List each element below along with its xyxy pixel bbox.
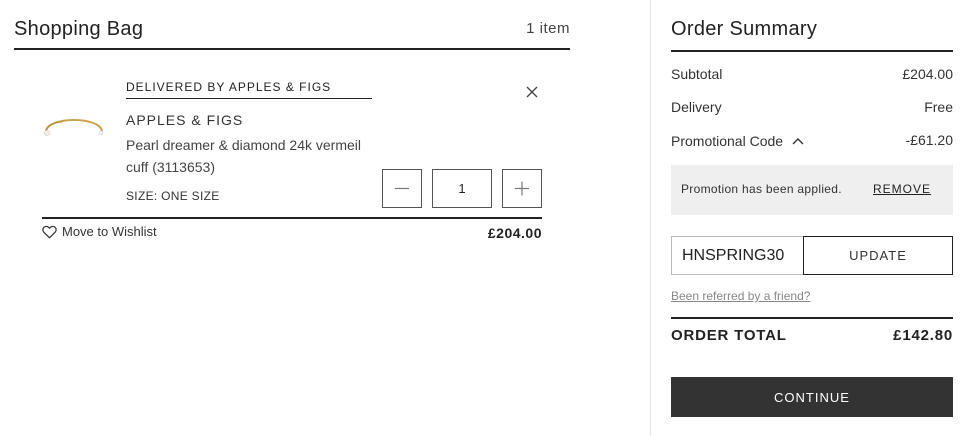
order-summary-title: Order Summary <box>671 18 818 40</box>
wishlist-label: Move to Wishlist <box>62 224 157 239</box>
subtotal-label: Subtotal <box>671 66 723 82</box>
minus-icon <box>395 187 409 190</box>
heart-icon <box>42 225 57 239</box>
promo-code-label: Promotional Code <box>671 133 784 149</box>
quantity-decrease-button[interactable] <box>382 169 422 208</box>
item-divider <box>42 217 542 219</box>
product-name[interactable]: Pearl dreamer & diamond 24k vermeil cuff… <box>126 134 376 178</box>
order-total-label: ORDER TOTAL <box>671 327 787 344</box>
update-promo-button[interactable]: UPDATE <box>803 236 953 275</box>
promo-applied-message: Promotion has been applied. <box>681 182 842 196</box>
product-brand[interactable]: APPLES & FIGS <box>126 112 243 128</box>
move-to-wishlist-link[interactable]: Move to Wishlist <box>42 224 157 239</box>
product-image[interactable] <box>36 100 112 158</box>
promo-discount-value: -£61.20 <box>905 132 953 148</box>
promo-code-toggle[interactable]: Promotional Code <box>671 133 805 149</box>
shopping-bag-header: Shopping Bag 1 item <box>14 16 570 50</box>
plus-icon <box>515 181 529 196</box>
order-total-value: £142.80 <box>893 327 953 344</box>
product-size: SIZE: ONE SIZE <box>126 189 220 203</box>
quantity-increase-button[interactable] <box>502 169 542 208</box>
subtotal-value: £204.00 <box>902 66 953 82</box>
promo-code-input[interactable] <box>671 236 803 275</box>
page-title: Shopping Bag <box>14 18 144 40</box>
delivered-by-label: DELIVERED BY APPLES & FIGS <box>126 80 372 99</box>
promo-applied-banner: Promotion has been applied. REMOVE <box>671 165 953 215</box>
item-price: £204.00 <box>487 225 542 241</box>
delivery-label: Delivery <box>671 99 722 115</box>
quantity-input[interactable] <box>432 169 492 208</box>
order-summary-header: Order Summary <box>671 18 953 52</box>
column-divider <box>650 0 651 436</box>
item-count: 1 item <box>526 20 570 37</box>
close-icon[interactable] <box>524 84 540 100</box>
remove-item-button[interactable] <box>524 84 540 100</box>
delivery-value: Free <box>924 99 953 115</box>
chevron-up-icon <box>792 138 804 145</box>
referred-by-friend-link[interactable]: Been referred by a friend? <box>671 289 810 303</box>
continue-button[interactable]: CONTINUE <box>671 377 953 417</box>
total-divider <box>671 317 953 319</box>
remove-promo-link[interactable]: REMOVE <box>873 182 931 196</box>
